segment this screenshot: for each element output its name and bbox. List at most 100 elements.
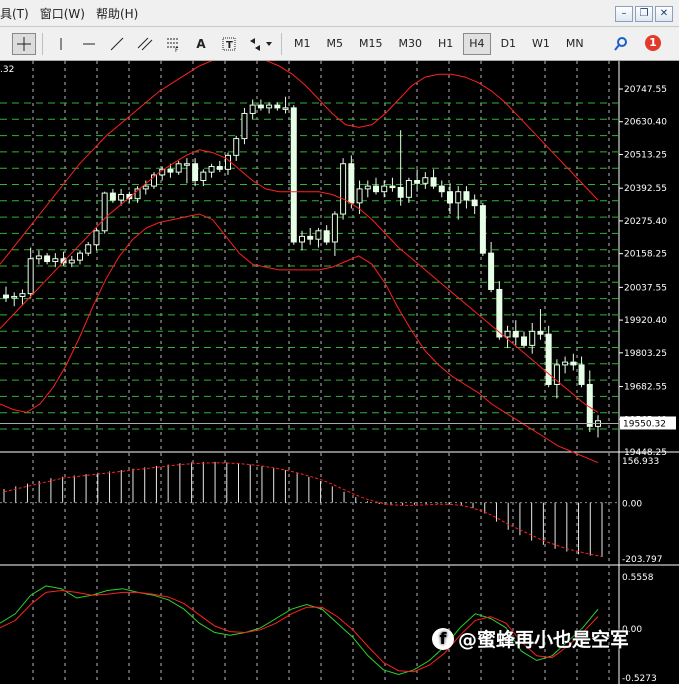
toolbar-separator bbox=[42, 32, 43, 55]
candle-body bbox=[537, 330, 544, 335]
candle-body bbox=[216, 166, 223, 170]
toolbar: F A T M1 M5 M15 M30 H1 H4 D1 W1 MN bbox=[0, 27, 679, 61]
candle-body bbox=[331, 213, 338, 243]
vertical-line-icon[interactable] bbox=[49, 33, 73, 55]
close-button[interactable]: ✕ bbox=[655, 6, 673, 22]
candle-body bbox=[192, 163, 199, 182]
candle-body bbox=[109, 192, 116, 201]
timeframe-m15[interactable]: M15 bbox=[353, 33, 389, 55]
candle-body bbox=[241, 112, 248, 140]
menu-bar: 具(T) 窗口(W) 帮助(H) – ❐ ✕ bbox=[0, 0, 679, 27]
price-label: 19803.25 bbox=[624, 349, 667, 359]
candle-body bbox=[586, 383, 593, 427]
text-box-icon[interactable]: T bbox=[217, 33, 241, 55]
candle-body bbox=[68, 259, 75, 264]
candle-body bbox=[77, 252, 83, 261]
fibonacci-icon[interactable]: F bbox=[161, 33, 185, 55]
crosshair-icon[interactable] bbox=[12, 32, 36, 55]
timeframe-m5[interactable]: M5 bbox=[321, 33, 350, 55]
channel-icon[interactable] bbox=[133, 33, 157, 55]
candle-body bbox=[364, 185, 371, 190]
window-controls: – ❐ ✕ bbox=[615, 6, 673, 22]
svg-text:F: F bbox=[175, 47, 179, 52]
candle-body bbox=[323, 230, 330, 243]
price-label: 20513.25 bbox=[624, 150, 667, 160]
candle-body bbox=[85, 244, 92, 254]
menu-tools[interactable]: 具(T) bbox=[0, 5, 40, 22]
candle-body bbox=[397, 186, 404, 198]
candle-body bbox=[562, 361, 569, 366]
arrows-icon[interactable] bbox=[245, 33, 275, 55]
candle-body bbox=[463, 191, 470, 201]
candle-body bbox=[438, 185, 445, 193]
toolbar-separator bbox=[281, 32, 282, 55]
price-label: 20037.55 bbox=[624, 283, 667, 293]
candle-body bbox=[208, 166, 215, 173]
candle-body bbox=[52, 258, 59, 263]
main-price-panel: 20747.55 20630.40 20513.25 20392.55 20275.40… bbox=[0, 61, 679, 684]
candle-body bbox=[225, 154, 231, 170]
candle-body bbox=[447, 191, 453, 204]
macd-panel: 156.933 0.00 -203.797 bbox=[0, 457, 662, 565]
candle-body bbox=[44, 255, 51, 263]
candle-body bbox=[142, 185, 149, 190]
candle-body bbox=[200, 171, 207, 182]
candle-body bbox=[455, 191, 462, 204]
chart-area[interactable]: 20747.55 20630.40 20513.25 20392.55 20275.40… bbox=[0, 61, 679, 684]
search-icon[interactable] bbox=[609, 33, 633, 55]
menu-window[interactable]: 窗口(W) bbox=[40, 5, 96, 22]
price-label: 19682.55 bbox=[624, 383, 667, 393]
horizontal-line-icon[interactable] bbox=[77, 33, 101, 55]
timeframe-m1[interactable]: M1 bbox=[288, 33, 317, 55]
top-left-label: .32 bbox=[0, 65, 14, 75]
macd-min-label: -203.797 bbox=[622, 555, 662, 565]
candle-body bbox=[570, 361, 577, 366]
timeframe-m30[interactable]: M30 bbox=[393, 33, 429, 55]
restore-button[interactable]: ❐ bbox=[635, 6, 653, 22]
candle-body bbox=[430, 177, 437, 187]
current-price-label: 19550.32 bbox=[623, 419, 666, 429]
price-label: 20158.25 bbox=[624, 250, 667, 260]
candle-body bbox=[504, 330, 511, 338]
candle-body bbox=[381, 185, 388, 193]
timeframe-h1[interactable]: H1 bbox=[432, 33, 459, 55]
candle-body bbox=[529, 330, 536, 346]
text-label-icon[interactable]: A bbox=[189, 33, 213, 55]
candle-body bbox=[274, 104, 281, 109]
menu-help[interactable]: 帮助(H) bbox=[96, 5, 149, 22]
candle-body bbox=[11, 295, 18, 299]
candle-body bbox=[167, 168, 174, 173]
candle-body bbox=[233, 138, 240, 156]
candle-body bbox=[389, 185, 396, 189]
timeframe-mn[interactable]: MN bbox=[560, 33, 590, 55]
candle-body bbox=[118, 193, 125, 201]
price-label: 20392.55 bbox=[624, 184, 667, 194]
price-label: 20630.40 bbox=[624, 118, 667, 128]
macd-signal-line bbox=[3, 462, 603, 557]
candle-body bbox=[578, 364, 585, 385]
timeframe-w1[interactable]: W1 bbox=[526, 33, 556, 55]
watermark: f @蜜蜂再小也是空军 bbox=[432, 625, 629, 652]
price-label: 19920.40 bbox=[624, 316, 667, 326]
watermark-text: @蜜蜂再小也是空军 bbox=[458, 629, 630, 651]
price-label: 20275.40 bbox=[624, 217, 667, 227]
candle-body bbox=[282, 107, 289, 110]
timeframe-h4[interactable]: H4 bbox=[463, 32, 491, 55]
candle-body bbox=[348, 163, 355, 204]
candle-body bbox=[19, 293, 26, 297]
candle-body bbox=[373, 185, 379, 193]
minimize-button[interactable]: – bbox=[615, 6, 633, 22]
candle-body bbox=[175, 163, 182, 173]
trend-line-icon[interactable] bbox=[105, 33, 129, 55]
candle-body bbox=[479, 205, 486, 254]
candle-body bbox=[356, 188, 363, 204]
candle-body bbox=[183, 163, 190, 166]
candle-body bbox=[266, 104, 273, 109]
candle-body bbox=[512, 330, 519, 338]
notification-badge[interactable]: 1 bbox=[645, 35, 661, 51]
candle-body bbox=[422, 177, 429, 184]
timeframe-d1[interactable]: D1 bbox=[495, 33, 522, 55]
candle-body bbox=[471, 199, 478, 207]
candle-body bbox=[414, 180, 421, 184]
candle-body bbox=[488, 252, 495, 290]
